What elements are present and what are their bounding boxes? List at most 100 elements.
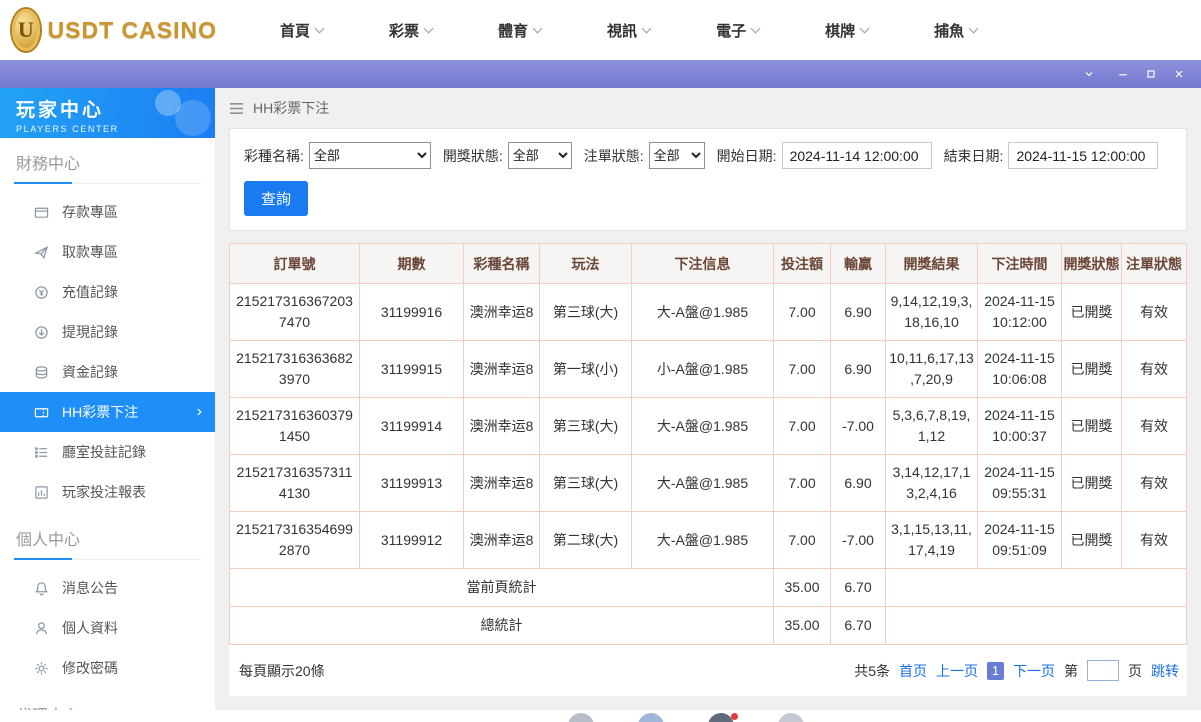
- cell-result: 3,1,15,13,11,17,4,19: [885, 511, 978, 569]
- chevron-down-icon: [750, 23, 761, 33]
- nav-item-home[interactable]: 首頁: [247, 0, 356, 60]
- chevron-right-icon: ›: [196, 403, 202, 420]
- start-date-input[interactable]: [781, 142, 932, 169]
- footer-icon[interactable]: [777, 713, 804, 722]
- nav-item-live[interactable]: 視訊: [574, 0, 683, 60]
- cell-lottery: 澳洲幸运8: [463, 340, 540, 398]
- nav-item-sports[interactable]: 體育: [465, 0, 574, 60]
- filter-row: 彩種名稱: 全部 開獎狀態: 全部 注單狀態: 全部 開始日期: 結束日期:: [244, 142, 1172, 169]
- sidebar-item-announcements[interactable]: 消息公告: [0, 568, 215, 608]
- sidebar-item-room-bet-record[interactable]: 廳室投註記錄: [0, 432, 215, 472]
- app-shell: 玩家中心 PLAYERS CENTER 財務中心 存款專區 取款專區 充值記錄: [0, 88, 1201, 722]
- col-order: 訂單號: [229, 243, 360, 284]
- section-title-personal: 個人中心: [14, 514, 201, 560]
- sidebar-item-withdraw[interactable]: 取款專區: [0, 232, 215, 272]
- sidebar-item-hh-lottery-bet[interactable]: HH彩票下注 ›: [0, 392, 215, 432]
- sidebar-item-change-password[interactable]: 修改密碼: [0, 648, 215, 688]
- col-lottery: 彩種名稱: [463, 243, 540, 284]
- prev-page-link[interactable]: 上一页: [936, 661, 978, 681]
- chevron-down-icon: [314, 23, 325, 33]
- summary-label: 當前頁統計: [229, 568, 774, 607]
- lottery-select[interactable]: 全部: [308, 142, 431, 169]
- cell-result: 3,14,12,17,13,2,4,16: [885, 454, 978, 512]
- col-draw-status: 開獎狀態: [1061, 243, 1122, 284]
- cell-info: 大-A盤@1.985: [631, 397, 774, 455]
- sidebar-item-withdrawal-record[interactable]: 提現記錄: [0, 312, 215, 352]
- cell-bet: 7.00: [773, 283, 831, 341]
- maximize-icon[interactable]: [1137, 63, 1165, 85]
- nav-item-cards[interactable]: 棋牌: [792, 0, 901, 60]
- table-header-row: 訂單號 期數 彩種名稱 玩法 下注信息 投注額 輸贏 開獎結果 下注時間 開獎狀…: [229, 243, 1187, 284]
- cell-order: 2152173163636823970: [229, 340, 360, 398]
- footer-icons: [0, 710, 1201, 722]
- main-nav: 首頁 彩票 體育 視訊 電子 棋牌 捕魚: [247, 0, 1010, 60]
- sidebar-item-bet-report[interactable]: 玩家投注報表: [0, 472, 215, 512]
- nav-item-fishing[interactable]: 捕魚: [901, 0, 1010, 60]
- draw-status-select[interactable]: 全部: [507, 142, 572, 169]
- next-page-link[interactable]: 下一页: [1013, 661, 1055, 681]
- cell-winloss: -7.00: [830, 511, 886, 569]
- order-status-select[interactable]: 全部: [648, 142, 705, 169]
- bet-report-icon: [33, 485, 49, 500]
- sidebar-item-recharge-record[interactable]: 充值記錄: [0, 272, 215, 312]
- app-window: U USDT CASINO 首頁 彩票 體育 視訊 電子 棋牌 捕魚 玩家中心 …: [0, 0, 1201, 722]
- search-button[interactable]: 查詢: [244, 181, 309, 216]
- filter-panel: 彩種名稱: 全部 開獎狀態: 全部 注單狀態: 全部 開始日期: 結束日期:: [229, 128, 1187, 231]
- pagination: 每頁顯示20條 共5条 首页 上一页 1 下一页 第 页 跳转: [229, 645, 1187, 696]
- sidebar-menu-finance: 存款專區 取款專區 充值記錄 提現記錄 資金記錄 HH彩票下注 › 廳室投註記錄…: [0, 184, 215, 514]
- sidebar-item-profile[interactable]: 個人資料: [0, 608, 215, 648]
- nav-item-lottery[interactable]: 彩票: [356, 0, 465, 60]
- cell-play: 第二球(大): [539, 511, 632, 569]
- cell-period: 31199914: [359, 397, 464, 455]
- footer-icon[interactable]: [707, 713, 738, 722]
- cell-bet: 7.00: [773, 340, 831, 398]
- logo[interactable]: U USDT CASINO: [12, 9, 217, 51]
- start-date-label: 開始日期:: [716, 147, 777, 164]
- col-play: 玩法: [539, 243, 632, 284]
- draw-status-filter-label: 開獎狀態:: [442, 147, 503, 164]
- bets-table: 訂單號 期數 彩種名稱 玩法 下注信息 投注額 輸贏 開獎結果 下注時間 開獎狀…: [229, 243, 1187, 645]
- footer-icon[interactable]: [567, 713, 594, 722]
- cell-draw-status: 已開獎: [1061, 397, 1122, 455]
- lottery-bet-icon: [33, 405, 49, 420]
- sidebar-item-deposit[interactable]: 存款專區: [0, 192, 215, 232]
- withdraw-icon: [33, 245, 49, 260]
- hamburger-icon[interactable]: [229, 102, 244, 115]
- page-jump-button[interactable]: 跳转: [1151, 661, 1179, 681]
- summary-empty: [885, 606, 1187, 645]
- cell-order-status: 有效: [1121, 340, 1187, 398]
- logo-text: USDT CASINO: [47, 16, 217, 43]
- nav-item-slots[interactable]: 電子: [683, 0, 792, 60]
- summary-row-grand-total: 總統計 35.00 6.70: [229, 606, 1187, 645]
- cell-play: 第三球(大): [539, 454, 632, 512]
- table-row: 2152173163636823970 31199915 澳洲幸运8 第一球(小…: [229, 340, 1187, 398]
- minimize-icon[interactable]: [1109, 63, 1137, 85]
- cell-play: 第三球(大): [539, 397, 632, 455]
- cell-bet: 7.00: [773, 454, 831, 512]
- collapse-icon[interactable]: [1075, 63, 1103, 85]
- sidebar-header: 玩家中心 PLAYERS CENTER: [0, 88, 215, 138]
- cell-info: 大-A盤@1.985: [631, 283, 774, 341]
- cell-time: 2024-11-15 09:55:31: [977, 454, 1062, 512]
- withdrawal-record-icon: [33, 325, 49, 340]
- summary-label: 總統計: [229, 606, 774, 645]
- cell-bet: 7.00: [773, 511, 831, 569]
- end-date-input[interactable]: [1008, 142, 1159, 169]
- cell-time: 2024-11-15 09:51:09: [977, 511, 1062, 569]
- main-content: HH彩票下注 彩種名稱: 全部 開獎狀態: 全部 注單狀態: 全部 開始日期: …: [215, 88, 1201, 722]
- close-icon[interactable]: [1165, 63, 1193, 85]
- current-page-indicator[interactable]: 1: [987, 661, 1004, 680]
- cell-winloss: 6.90: [830, 340, 886, 398]
- page-jump-input[interactable]: [1087, 660, 1119, 681]
- summary-bet-total: 35.00: [773, 568, 831, 607]
- end-date-label: 結束日期:: [943, 147, 1004, 164]
- sidebar-item-funds-record[interactable]: 資金記錄: [0, 352, 215, 392]
- footer-icon[interactable]: [637, 713, 664, 722]
- order-status-filter-label: 注單狀態:: [583, 147, 644, 164]
- cell-period: 31199913: [359, 454, 464, 512]
- profile-icon: [33, 621, 49, 636]
- total-count: 共5条: [854, 662, 890, 679]
- recharge-record-icon: [33, 285, 49, 300]
- room-bet-record-icon: [33, 445, 49, 460]
- first-page-link[interactable]: 首页: [899, 661, 927, 681]
